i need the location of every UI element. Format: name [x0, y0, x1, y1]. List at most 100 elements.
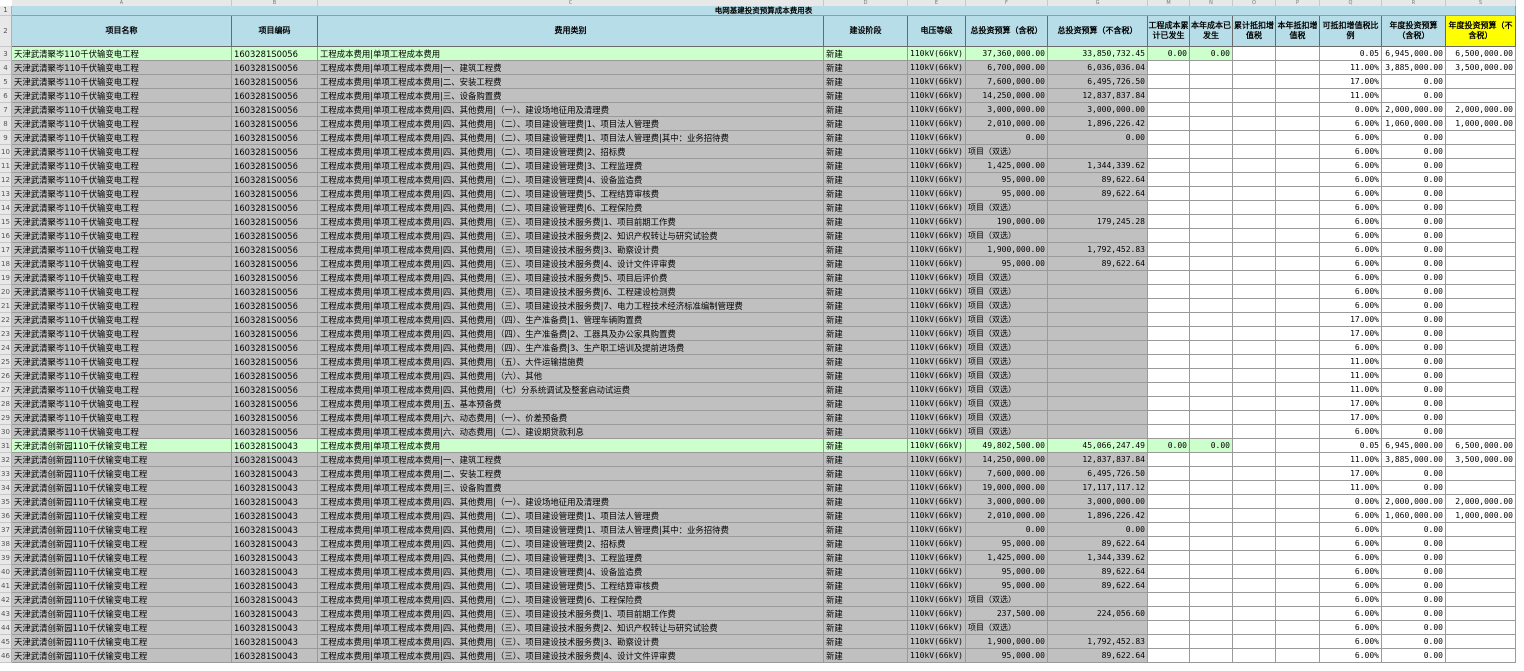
- table-cell[interactable]: [1148, 187, 1190, 201]
- table-cell[interactable]: [1148, 159, 1190, 173]
- table-cell[interactable]: 新建: [824, 607, 908, 621]
- table-cell[interactable]: [1276, 327, 1320, 341]
- table-cell[interactable]: 项目（双选）: [966, 271, 1048, 285]
- table-cell[interactable]: 新建: [824, 229, 908, 243]
- table-cell[interactable]: [1446, 621, 1516, 635]
- table-cell[interactable]: [1446, 131, 1516, 145]
- table-cell[interactable]: 工程成本费用|单项工程成本费用|一、建筑工程费: [318, 453, 824, 467]
- table-cell[interactable]: [1276, 103, 1320, 117]
- table-cell[interactable]: 6.00%: [1320, 215, 1382, 229]
- table-cell[interactable]: [1148, 467, 1190, 481]
- table-cell[interactable]: [1233, 369, 1276, 383]
- table-cell[interactable]: 工程成本费用|单项工程成本费用|六、动态费用|（一）、价差预备费: [318, 411, 824, 425]
- table-cell[interactable]: 天津武清创新园110千伏输变电工程: [12, 453, 232, 467]
- table-cell[interactable]: [1148, 145, 1190, 159]
- table-cell[interactable]: [1446, 229, 1516, 243]
- table-cell[interactable]: [1048, 327, 1148, 341]
- table-cell[interactable]: 6.00%: [1320, 607, 1382, 621]
- table-cell[interactable]: [1233, 285, 1276, 299]
- table-cell[interactable]: 6.00%: [1320, 145, 1382, 159]
- table-cell[interactable]: 天津武清聚岑110千伏输变电工程: [12, 271, 232, 285]
- table-cell[interactable]: 工程成本费用|单项工程成本费用|四、其他费用|（二）、项目建设管理费|1、项目法…: [318, 509, 824, 523]
- table-cell[interactable]: 1603281S0056: [232, 145, 318, 159]
- table-cell[interactable]: 新建: [824, 145, 908, 159]
- table-cell[interactable]: 新建: [824, 187, 908, 201]
- row-number[interactable]: 45: [0, 635, 12, 649]
- table-cell[interactable]: 6.00%: [1320, 117, 1382, 131]
- table-cell[interactable]: 0.00: [1382, 411, 1446, 425]
- table-cell[interactable]: 12,837,837.84: [1048, 89, 1148, 103]
- table-cell[interactable]: 89,622.64: [1048, 537, 1148, 551]
- table-cell[interactable]: [1276, 593, 1320, 607]
- table-cell[interactable]: 6.00%: [1320, 649, 1382, 663]
- table-cell[interactable]: 110kV(66kV): [908, 201, 966, 215]
- row-number[interactable]: 44: [0, 621, 12, 635]
- table-cell[interactable]: 0.00: [1382, 649, 1446, 663]
- table-cell[interactable]: 天津武清聚岑110千伏输变电工程: [12, 341, 232, 355]
- table-cell[interactable]: 天津武清创新园110千伏输变电工程: [12, 481, 232, 495]
- table-cell[interactable]: [1148, 481, 1190, 495]
- table-cell[interactable]: 天津武清聚岑110千伏输变电工程: [12, 313, 232, 327]
- table-cell[interactable]: 天津武清创新园110千伏输变电工程: [12, 509, 232, 523]
- table-cell[interactable]: 项目（双选）: [966, 369, 1048, 383]
- table-cell[interactable]: [1276, 551, 1320, 565]
- table-cell[interactable]: 天津武清创新园110千伏输变电工程: [12, 537, 232, 551]
- row-number[interactable]: 3: [0, 47, 12, 61]
- row-number[interactable]: 2: [0, 16, 12, 47]
- table-cell[interactable]: 天津武清聚岑110千伏输变电工程: [12, 201, 232, 215]
- table-cell[interactable]: 0.00: [1382, 383, 1446, 397]
- table-cell[interactable]: [1233, 467, 1276, 481]
- table-cell[interactable]: 3,885,000.00: [1382, 453, 1446, 467]
- table-cell[interactable]: 110kV(66kV): [908, 215, 966, 229]
- table-cell[interactable]: 2,000,000.00: [1446, 103, 1516, 117]
- table-cell[interactable]: [1190, 271, 1233, 285]
- table-cell[interactable]: [1148, 425, 1190, 439]
- table-cell[interactable]: 3,500,000.00: [1446, 453, 1516, 467]
- table-cell[interactable]: 0.00: [1382, 271, 1446, 285]
- row-number[interactable]: 14: [0, 201, 12, 215]
- table-cell[interactable]: 天津武清创新园110千伏输变电工程: [12, 621, 232, 635]
- table-cell[interactable]: [1148, 257, 1190, 271]
- table-cell[interactable]: 6.00%: [1320, 285, 1382, 299]
- table-cell[interactable]: 天津武清聚岑110千伏输变电工程: [12, 145, 232, 159]
- table-cell[interactable]: 110kV(66kV): [908, 75, 966, 89]
- table-cell[interactable]: [1446, 551, 1516, 565]
- table-cell[interactable]: 0.00: [1048, 131, 1148, 145]
- table-cell[interactable]: 天津武清聚岑110千伏输变电工程: [12, 397, 232, 411]
- table-cell[interactable]: 1,344,339.62: [1048, 551, 1148, 565]
- table-cell[interactable]: 0.00: [966, 131, 1048, 145]
- table-cell[interactable]: 0.00: [1190, 47, 1233, 61]
- table-cell[interactable]: [1276, 173, 1320, 187]
- table-cell[interactable]: 11.00%: [1320, 481, 1382, 495]
- table-cell[interactable]: 1,900,000.00: [966, 635, 1048, 649]
- table-cell[interactable]: [1190, 551, 1233, 565]
- table-cell[interactable]: 6,500,000.00: [1446, 439, 1516, 453]
- table-cell[interactable]: [1190, 131, 1233, 145]
- table-cell[interactable]: 1603281S0056: [232, 89, 318, 103]
- table-cell[interactable]: [1048, 411, 1148, 425]
- table-cell[interactable]: 0.00: [1382, 537, 1446, 551]
- table-cell[interactable]: [1190, 635, 1233, 649]
- table-cell[interactable]: 工程成本费用|单项工程成本费用|四、其他费用|（三）、项目建设技术服务费|6、工…: [318, 285, 824, 299]
- table-cell[interactable]: 110kV(66kV): [908, 565, 966, 579]
- table-cell[interactable]: 项目（双选）: [966, 313, 1048, 327]
- table-cell[interactable]: 0.00: [1382, 215, 1446, 229]
- table-cell[interactable]: [1148, 565, 1190, 579]
- table-cell[interactable]: 110kV(66kV): [908, 341, 966, 355]
- table-cell[interactable]: [1233, 509, 1276, 523]
- table-cell[interactable]: [1190, 355, 1233, 369]
- table-cell[interactable]: 1603281S0043: [232, 565, 318, 579]
- table-cell[interactable]: [1148, 495, 1190, 509]
- table-cell[interactable]: 天津武清创新园110千伏输变电工程: [12, 607, 232, 621]
- table-cell[interactable]: 110kV(66kV): [908, 299, 966, 313]
- table-cell[interactable]: 天津武清聚岑110千伏输变电工程: [12, 299, 232, 313]
- table-cell[interactable]: 0.00: [1382, 621, 1446, 635]
- row-number[interactable]: 26: [0, 369, 12, 383]
- table-cell[interactable]: 1603281S0056: [232, 285, 318, 299]
- table-cell[interactable]: [1446, 271, 1516, 285]
- table-cell[interactable]: 2,000,000.00: [1382, 495, 1446, 509]
- table-cell[interactable]: 天津武清创新园110千伏输变电工程: [12, 593, 232, 607]
- table-cell[interactable]: 110kV(66kV): [908, 61, 966, 75]
- table-cell[interactable]: [1446, 159, 1516, 173]
- table-cell[interactable]: 0.00: [1382, 285, 1446, 299]
